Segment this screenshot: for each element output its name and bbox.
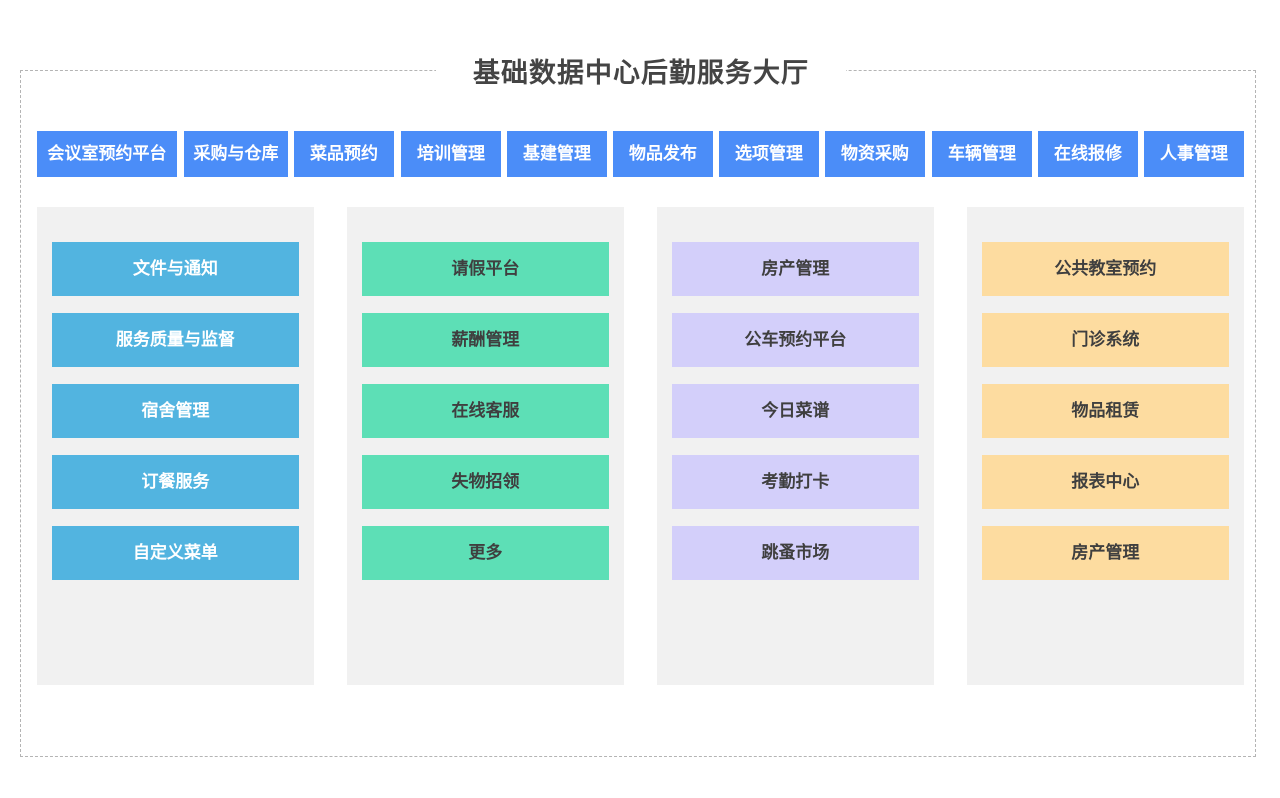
service-panel-4: 公共教室预约 门诊系统 物品租赁 报表中心 房产管理: [967, 207, 1244, 685]
tile-todays-menu[interactable]: 今日菜谱: [672, 384, 919, 438]
nav-construction-management[interactable]: 基建管理: [507, 131, 607, 177]
tile-service-quality-supervision[interactable]: 服务质量与监督: [52, 313, 299, 367]
nav-vehicle-management[interactable]: 车辆管理: [932, 131, 1032, 177]
nav-hr-management[interactable]: 人事管理: [1144, 131, 1244, 177]
service-hall-page: 基础数据中心后勤服务大厅 会议室预约平台 采购与仓库 菜品预约 培训管理 基建管…: [0, 0, 1280, 798]
nav-dish-booking[interactable]: 菜品预约: [294, 131, 394, 177]
tile-more[interactable]: 更多: [362, 526, 609, 580]
tile-item-rental[interactable]: 物品租赁: [982, 384, 1229, 438]
tile-custom-menu[interactable]: 自定义菜单: [52, 526, 299, 580]
tile-documents-notices[interactable]: 文件与通知: [52, 242, 299, 296]
tile-public-classroom-booking[interactable]: 公共教室预约: [982, 242, 1229, 296]
tile-clinic-system[interactable]: 门诊系统: [982, 313, 1229, 367]
service-panel-1: 文件与通知 服务质量与监督 宿舍管理 订餐服务 自定义菜单: [37, 207, 314, 685]
tile-online-support[interactable]: 在线客服: [362, 384, 609, 438]
tile-official-car-booking[interactable]: 公车预约平台: [672, 313, 919, 367]
service-panel-3: 房产管理 公车预约平台 今日菜谱 考勤打卡 跳蚤市场: [657, 207, 934, 685]
nav-training-management[interactable]: 培训管理: [401, 131, 501, 177]
nav-meeting-room-booking[interactable]: 会议室预约平台: [37, 131, 177, 177]
nav-material-purchasing[interactable]: 物资采购: [825, 131, 925, 177]
tile-dormitory-management[interactable]: 宿舍管理: [52, 384, 299, 438]
top-nav-bar: 会议室预约平台 采购与仓库 菜品预约 培训管理 基建管理 物品发布 选项管理 物…: [37, 131, 1244, 177]
nav-procurement-warehouse[interactable]: 采购与仓库: [184, 131, 288, 177]
nav-option-management[interactable]: 选项管理: [719, 131, 819, 177]
page-title: 基础数据中心后勤服务大厅: [436, 52, 846, 96]
service-panel-2: 请假平台 薪酬管理 在线客服 失物招领 更多: [347, 207, 624, 685]
nav-online-repair[interactable]: 在线报修: [1038, 131, 1138, 177]
tile-property-management[interactable]: 房产管理: [672, 242, 919, 296]
tile-salary-management[interactable]: 薪酬管理: [362, 313, 609, 367]
tile-meal-ordering[interactable]: 订餐服务: [52, 455, 299, 509]
tile-property-management-2[interactable]: 房产管理: [982, 526, 1229, 580]
tile-report-center[interactable]: 报表中心: [982, 455, 1229, 509]
nav-item-publishing[interactable]: 物品发布: [613, 131, 713, 177]
tile-attendance-check-in[interactable]: 考勤打卡: [672, 455, 919, 509]
tile-leave-platform[interactable]: 请假平台: [362, 242, 609, 296]
tile-flea-market[interactable]: 跳蚤市场: [672, 526, 919, 580]
tile-lost-and-found[interactable]: 失物招领: [362, 455, 609, 509]
